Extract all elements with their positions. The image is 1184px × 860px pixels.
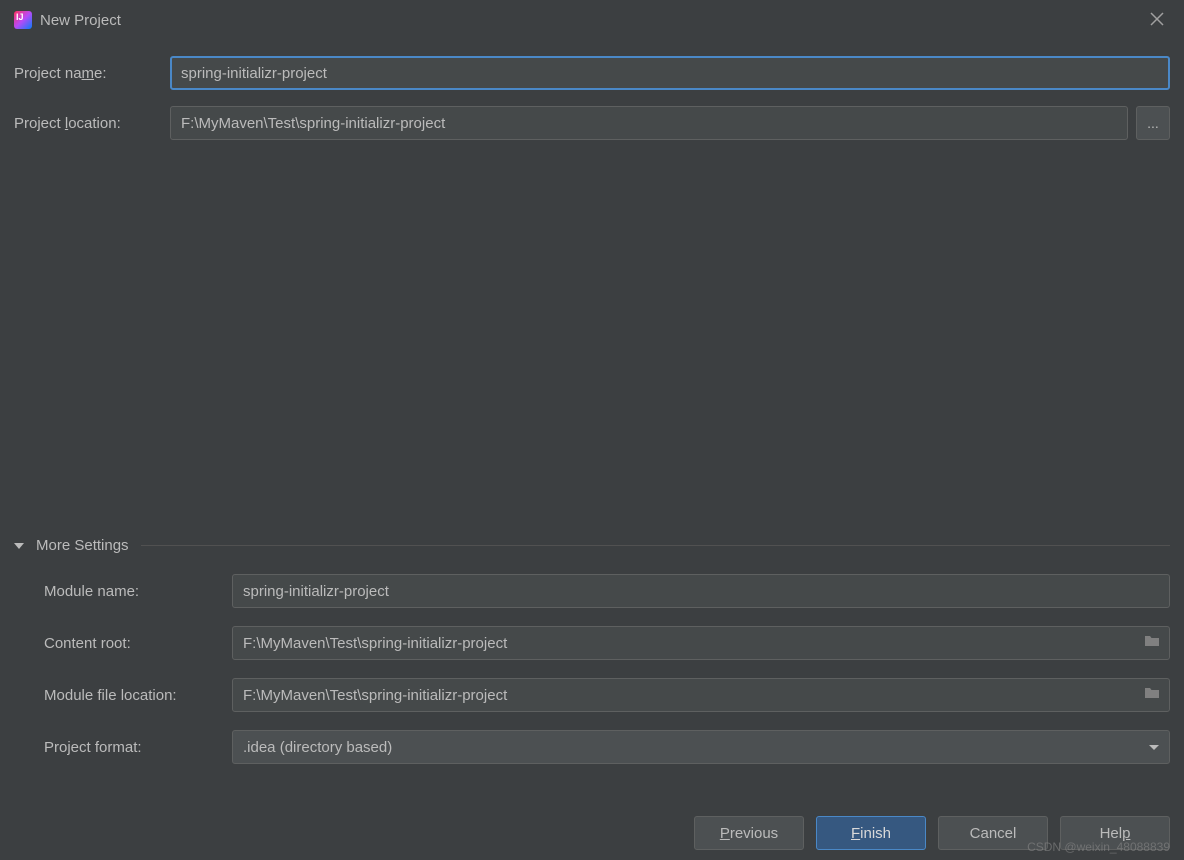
content-root-wrapper	[232, 626, 1170, 660]
project-format-select[interactable]: .idea (directory based)	[232, 730, 1170, 764]
title-left: New Project	[14, 11, 121, 29]
finish-button[interactable]: Finish	[816, 816, 926, 850]
project-name-input[interactable]	[170, 56, 1170, 90]
content-root-input[interactable]	[232, 626, 1170, 660]
module-file-location-wrapper	[232, 678, 1170, 712]
more-settings-section: More Settings Module name: Content root:…	[0, 529, 1184, 782]
previous-button[interactable]: Previous	[694, 816, 804, 850]
module-file-location-row: Module file location:	[44, 678, 1170, 712]
project-location-row: Project location: ...	[14, 106, 1170, 140]
project-location-label: Project location:	[14, 115, 162, 132]
ellipsis-icon: ...	[1147, 115, 1159, 131]
top-form-section: Project name: Project location: ...	[0, 40, 1184, 140]
project-location-input[interactable]	[170, 106, 1128, 140]
more-settings-header[interactable]: More Settings	[14, 529, 1170, 562]
separator	[141, 545, 1170, 546]
content-root-row: Content root:	[44, 626, 1170, 660]
project-format-value: .idea (directory based)	[243, 739, 392, 756]
module-file-location-label: Module file location:	[44, 687, 224, 704]
more-settings-label: More Settings	[36, 537, 129, 554]
project-name-label: Project name:	[14, 65, 162, 82]
module-name-input[interactable]	[232, 574, 1170, 608]
module-name-label: Module name:	[44, 583, 224, 600]
watermark: CSDN @weixin_48088839	[1027, 840, 1170, 854]
project-format-row: Project format: .idea (directory based)	[44, 730, 1170, 764]
folder-icon[interactable]	[1144, 686, 1160, 704]
browse-location-button[interactable]: ...	[1136, 106, 1170, 140]
module-file-location-input[interactable]	[232, 678, 1170, 712]
project-name-row: Project name:	[14, 56, 1170, 90]
app-icon	[14, 11, 32, 29]
more-settings-form: Module name: Content root: Module file l…	[14, 562, 1170, 764]
chevron-down-icon	[1149, 745, 1159, 750]
window-title: New Project	[40, 12, 121, 29]
close-icon[interactable]	[1144, 8, 1170, 33]
content-root-label: Content root:	[44, 635, 224, 652]
folder-icon[interactable]	[1144, 634, 1160, 652]
collapse-triangle-icon	[14, 543, 24, 549]
title-bar: New Project	[0, 0, 1184, 40]
module-name-row: Module name:	[44, 574, 1170, 608]
project-format-label: Project format:	[44, 739, 224, 756]
